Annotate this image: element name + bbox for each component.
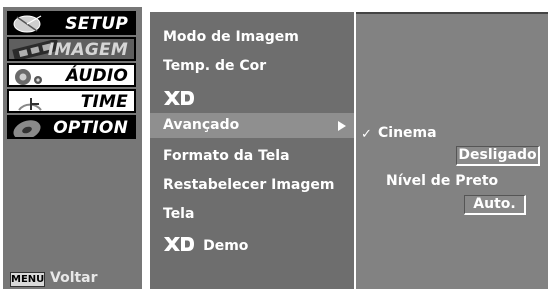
tab-imagem[interactable]: IMAGEM	[7, 37, 136, 61]
tab-label: TIME	[80, 92, 128, 112]
black-level-option[interactable]: Nível de Preto	[386, 173, 498, 189]
menu-item-label: Avançado	[163, 117, 240, 133]
xd-logo-icon	[164, 237, 194, 251]
option-disc-icon	[11, 118, 51, 137]
speaker-icon	[11, 66, 51, 85]
tab-option[interactable]: OPTION	[7, 115, 136, 139]
tab-label: SETUP	[65, 14, 128, 34]
cinema-option[interactable]: Cinema	[378, 125, 437, 141]
tab-label: ÁUDIO	[65, 66, 128, 86]
menu-item-formato-da-tela[interactable]: Formato da Tela	[163, 148, 290, 164]
arrow-right-icon	[338, 121, 346, 131]
menu-item-avancado[interactable]: Avançado	[150, 113, 354, 138]
cinema-value[interactable]: Desligado	[456, 146, 540, 166]
xd-logo-icon	[164, 91, 194, 105]
panel-divider	[356, 12, 548, 14]
menu-item-temp-de-cor[interactable]: Temp. de Cor	[163, 58, 266, 74]
tab-label: IMAGEM	[47, 40, 128, 60]
tab-time[interactable]: TIME	[7, 89, 136, 113]
menu-item-modo-de-imagem[interactable]: Modo de Imagem	[163, 29, 299, 45]
menu-key-icon: MENU	[10, 272, 45, 287]
satellite-dish-icon	[11, 14, 57, 33]
tab-setup[interactable]: SETUP	[7, 11, 136, 35]
clock-icon	[11, 92, 51, 111]
advanced-options-panel: ✓ Cinema Desligado Nível de Preto Auto.	[356, 12, 548, 289]
menu-item-label: Demo	[203, 238, 249, 254]
tab-audio[interactable]: ÁUDIO	[7, 63, 136, 87]
black-level-value[interactable]: Auto.	[464, 195, 526, 215]
check-icon: ✓	[361, 127, 372, 142]
back-label: Voltar	[50, 270, 98, 286]
menu-item-xd-demo[interactable]: Demo	[163, 235, 248, 254]
tab-label: OPTION	[53, 118, 128, 138]
picture-submenu: Modo de Imagem Temp. de Cor XD Avançado …	[150, 12, 354, 289]
main-menu-panel: SETUP IMAGEM ÁUDIO TIME OPTION MENU Volt…	[3, 7, 142, 289]
menu-item-restabelecer-imagem[interactable]: Restabelecer Imagem	[163, 177, 334, 193]
menu-item-tela[interactable]: Tela	[163, 206, 194, 222]
menu-item-xd[interactable]: XD	[163, 90, 195, 110]
